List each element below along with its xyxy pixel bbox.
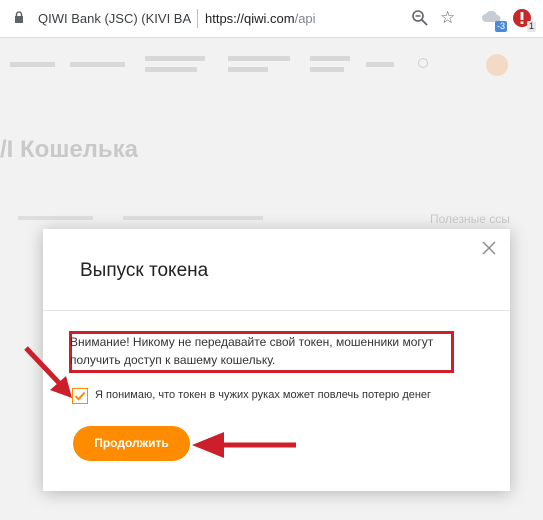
weather-badge: -3 <box>494 21 507 32</box>
url-domain: https://qiwi.com <box>205 11 295 26</box>
site-nav <box>0 52 543 92</box>
dialog-title: Выпуск токена <box>80 260 209 281</box>
nav-search-icon <box>418 58 428 68</box>
warning-text: Внимание! Никому не передавайте свой ток… <box>70 335 434 367</box>
nav-placeholder <box>366 62 394 67</box>
zoom-icon[interactable] <box>411 9 429 27</box>
bookmark-star-icon[interactable]: ☆ <box>440 8 455 28</box>
nav-placeholder <box>70 62 125 67</box>
nav-placeholder <box>310 67 344 72</box>
url-path: /api <box>294 11 316 26</box>
page-tabs-placeholder <box>18 212 263 223</box>
continue-button[interactable]: Продолжить <box>73 426 190 461</box>
annotation-arrow-to-button <box>192 432 296 458</box>
weather-extension-icon[interactable]: -3 <box>481 8 507 32</box>
nav-placeholder <box>228 56 290 61</box>
confirm-label[interactable]: Я понимаю, что токен в чужих руках может… <box>95 389 431 401</box>
extension-badge: 1 <box>526 21 536 32</box>
address-bar[interactable]: https://qiwi.com/api <box>205 11 316 26</box>
browser-toolbar: QIWI Bank (JSC) (KIVI BA https://qiwi.co… <box>0 0 543 38</box>
address-separator <box>197 9 198 28</box>
nav-placeholder <box>145 67 197 72</box>
lock-icon[interactable] <box>14 11 24 27</box>
close-icon[interactable] <box>482 241 496 255</box>
dialog-divider <box>43 310 510 311</box>
extension-icon[interactable]: 1 <box>512 8 536 32</box>
annotation-arrow-to-checkbox <box>24 346 72 398</box>
nav-placeholder <box>228 67 268 72</box>
nav-placeholder <box>310 56 350 61</box>
nav-placeholder <box>145 56 205 61</box>
avatar <box>486 54 508 76</box>
side-title: Полезные ссы <box>430 212 510 226</box>
site-identity[interactable]: QIWI Bank (JSC) (KIVI BA <box>38 11 193 26</box>
nav-placeholder <box>10 62 55 67</box>
page-heading: /I Кошелька <box>0 136 139 163</box>
